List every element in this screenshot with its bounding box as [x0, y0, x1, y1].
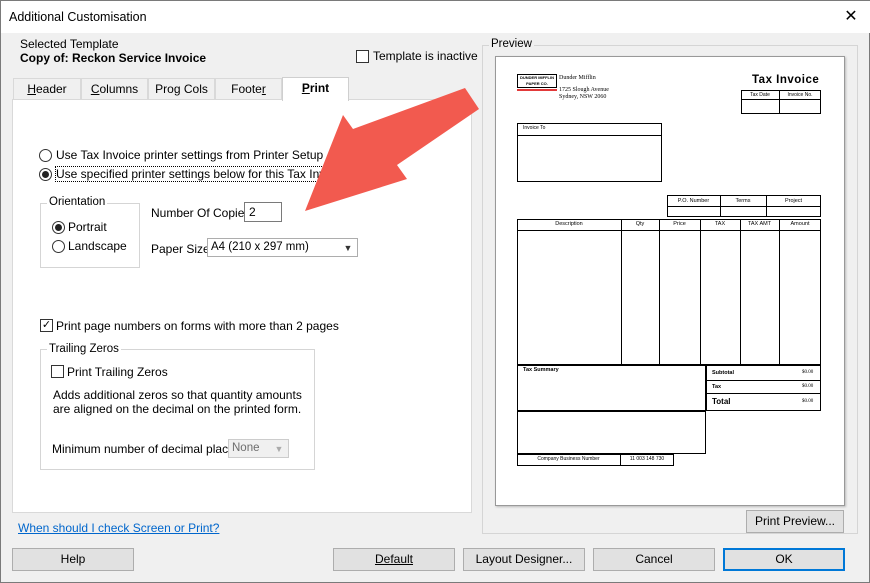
tab-header-key: H	[27, 82, 36, 96]
page-numbers-label: Print page numbers on forms with more th…	[56, 319, 339, 333]
tab-footer[interactable]: Footer	[215, 78, 282, 100]
invoice-to-label: Invoice To	[523, 125, 546, 131]
window-title: Additional Customisation	[9, 10, 147, 24]
template-inactive-checkbox[interactable]	[356, 50, 369, 63]
company-name: Dunder Mifflin	[559, 75, 596, 81]
col-tax-amt: TAX AMT	[747, 221, 772, 227]
col-amount: Amount	[790, 221, 810, 227]
cancel-button[interactable]: Cancel	[593, 548, 715, 571]
logo-underline	[517, 89, 557, 91]
screen-or-print-link[interactable]: When should I check Screen or Print?	[18, 521, 219, 535]
annotation-arrow-icon	[305, 88, 479, 211]
col-qty: Qty	[635, 221, 645, 227]
project-label: Project	[784, 198, 803, 204]
invoice-title: Tax Invoice	[752, 74, 820, 86]
tab-prog-cols-key: g	[173, 82, 181, 96]
col-divider-4	[740, 219, 741, 365]
specified-settings-radio[interactable]	[39, 168, 52, 181]
tab-prog-cols-label: Cols	[180, 82, 208, 96]
portrait-label: Portrait	[68, 220, 107, 234]
terms-label: Terms	[735, 198, 751, 204]
subtotal-value: $0.00	[802, 370, 814, 375]
page-numbers-checkbox[interactable]: ✓	[40, 319, 53, 332]
paper-size-value: A4 (210 x 297 mm)	[211, 241, 309, 253]
landscape-label: Landscape	[68, 239, 127, 253]
decimal-places-label: Minimum number of decimal places:	[52, 442, 245, 456]
title-bar[interactable]: Additional Customisation ✕	[1, 1, 870, 33]
paper-size-select[interactable]: A4 (210 x 297 mm) ▼	[207, 238, 358, 257]
selected-template-label: Selected Template	[20, 37, 119, 51]
copies-input[interactable]: 2	[244, 202, 282, 222]
print-preview-button[interactable]: Print Preview...	[746, 510, 844, 533]
tab-footer-pre: Foote	[231, 82, 262, 96]
tax-label: Tax	[712, 384, 722, 390]
decimal-places-value: None	[232, 442, 260, 454]
orientation-group: Orientation	[40, 196, 140, 268]
chevron-down-icon: ▼	[274, 444, 284, 454]
company-address-2: Sydney, NSW 2060	[559, 94, 607, 100]
col-divider-2	[659, 219, 660, 365]
landscape-radio[interactable]	[52, 240, 65, 253]
portrait-radio[interactable]	[52, 221, 65, 234]
notes-box	[517, 411, 706, 454]
tax-value: $0.00	[802, 384, 814, 389]
abn-label: Company Business Number	[537, 456, 600, 462]
print-trailing-zeros-label: Print Trailing Zeros	[67, 365, 168, 379]
totals-rule-1	[706, 380, 821, 381]
company-address-1: 1725 Slough Avenue	[559, 87, 609, 93]
po-rule	[667, 206, 821, 207]
po-number-label: P.O. Number	[677, 198, 710, 204]
total-value: $0.00	[802, 399, 814, 404]
tab-columns-label: olumns	[99, 82, 139, 96]
trailing-zeros-description: Adds additional zeros so that quantity a…	[53, 388, 302, 416]
subtotal-label: Subtotal	[712, 370, 734, 376]
tab-prog-cols[interactable]: Prog Cols	[148, 78, 215, 100]
line-items-table	[517, 219, 821, 365]
chevron-down-icon: ▼	[343, 243, 353, 253]
print-trailing-zeros-checkbox[interactable]	[51, 365, 64, 378]
tax-date-rule	[741, 99, 821, 100]
col-description: Description	[555, 221, 583, 227]
tax-date-label: Tax Date	[750, 92, 770, 98]
preview-label: Preview	[489, 38, 534, 50]
tab-columns[interactable]: Columns	[81, 78, 148, 100]
invoice-no-label: Invoice No.	[787, 92, 813, 98]
invoice-to-rule	[517, 135, 662, 136]
selected-template-group: Selected Template Copy of: Reckon Servic…	[12, 37, 478, 71]
orientation-label: Orientation	[47, 196, 108, 208]
tax-summary-label: Tax Summary	[523, 367, 559, 373]
layout-designer-button[interactable]: Layout Designer...	[463, 548, 585, 571]
trailing-zeros-label: Trailing Zeros	[47, 343, 121, 355]
line-items-header-rule	[517, 230, 821, 231]
dialog-window: Additional Customisation ✕ Selected Temp…	[0, 0, 870, 583]
col-price: Price	[673, 221, 686, 227]
template-name: Copy of: Reckon Service Invoice	[20, 51, 207, 65]
tab-header[interactable]: Header	[13, 78, 81, 100]
default-button[interactable]: Default	[333, 548, 455, 571]
invoice-to-box	[517, 123, 662, 182]
totals-rule-2	[706, 393, 821, 394]
col-divider-1	[621, 219, 622, 365]
col-tax: TAX	[714, 221, 726, 227]
decimal-places-select[interactable]: None ▼	[228, 439, 289, 458]
copies-label: Number Of Copies	[151, 206, 251, 220]
company-logo: DUNDER MIFFLIN PAPER CO.	[517, 74, 557, 88]
template-inactive-label: Template is inactive	[373, 49, 478, 63]
printer-setup-radio[interactable]	[39, 149, 52, 162]
ok-button[interactable]: OK	[723, 548, 845, 571]
total-label: Total	[712, 397, 731, 406]
help-button[interactable]: Help	[12, 548, 134, 571]
invoice-preview-page: DUNDER MIFFLIN PAPER CO. Dunder Mifflin …	[495, 56, 845, 506]
default-button-label: Default	[374, 552, 414, 566]
tab-prog-cols-pre: Pro	[155, 82, 174, 96]
col-divider-5	[779, 219, 780, 365]
tab-header-label: eader	[35, 82, 67, 96]
close-icon[interactable]: ✕	[839, 7, 863, 27]
paper-size-label: Paper Size	[151, 242, 210, 256]
col-divider-3	[700, 219, 701, 365]
abn-value: 11 003 148 730	[629, 456, 665, 462]
tab-footer-key: r	[261, 82, 266, 96]
